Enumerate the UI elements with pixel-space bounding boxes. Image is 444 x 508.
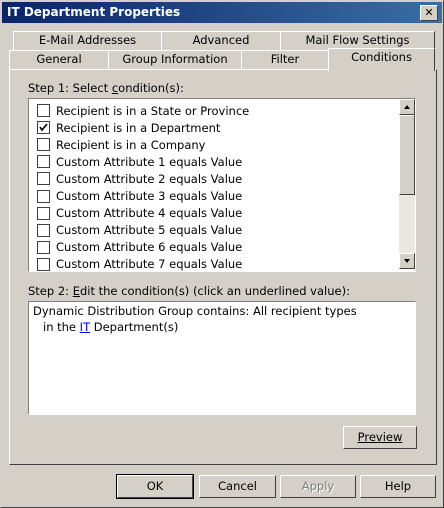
condition-label: Custom Attribute 5 equals Value <box>56 223 243 238</box>
condition-item[interactable]: Custom Attribute 6 equals Value <box>37 239 242 256</box>
condition-item[interactable]: Custom Attribute 4 equals Value <box>37 205 242 222</box>
checkbox-unchecked[interactable] <box>37 155 50 169</box>
preview-label: Preview <box>357 430 403 444</box>
condition-label: Custom Attribute 3 equals Value <box>56 189 243 203</box>
list-scrollbar[interactable] <box>399 99 415 269</box>
condition-label: Recipient is in a Department <box>56 120 221 135</box>
tab-group-information[interactable]: Group Information <box>108 50 242 69</box>
cancel-button[interactable]: Cancel <box>199 475 276 498</box>
scroll-down-button[interactable] <box>399 253 415 269</box>
title-bar: IT Department Properties ✕ <box>2 2 442 23</box>
close-button[interactable]: ✕ <box>420 5 438 21</box>
arrow-down-icon <box>404 259 410 263</box>
checkbox-unchecked[interactable] <box>37 206 50 220</box>
condition-item[interactable]: Custom Attribute 7 equals Value <box>37 256 243 272</box>
conditions-panel: Step 1: Select condition(s): Recipient i… <box>9 69 437 465</box>
condition-item[interactable]: Recipient is in a Department <box>37 119 220 136</box>
apply-button[interactable]: Apply <box>280 475 356 498</box>
help-button[interactable]: Help <box>360 475 436 498</box>
condition-item[interactable]: Custom Attribute 3 equals Value <box>37 188 242 205</box>
tab-filter[interactable]: Filter <box>241 50 329 69</box>
scroll-thumb[interactable] <box>399 115 415 195</box>
checkbox-unchecked[interactable] <box>37 223 50 237</box>
condition-item[interactable]: Recipient is in a State or Province <box>37 102 249 119</box>
condition-item[interactable]: Recipient is in a Company <box>37 136 205 153</box>
checkbox-unchecked[interactable] <box>37 172 50 186</box>
condition-label: Recipient is in a State or Province <box>56 103 250 118</box>
condition-description-box: Dynamic Distribution Group contains: All… <box>28 301 416 415</box>
arrow-up-icon <box>404 105 410 109</box>
checkbox-unchecked[interactable] <box>37 138 50 152</box>
checkbox-unchecked[interactable] <box>37 257 50 271</box>
step1-label: Step 1: Select condition(s): <box>28 81 184 95</box>
close-icon: ✕ <box>424 6 434 19</box>
checkbox-unchecked[interactable] <box>37 104 50 117</box>
department-value-link[interactable]: IT <box>80 320 90 334</box>
checkbox-unchecked[interactable] <box>37 240 50 254</box>
checkbox-checked[interactable] <box>37 121 50 135</box>
conditions-list[interactable]: Recipient is in a State or Province Recip… <box>28 98 416 272</box>
step2-label: Step 2: Edit the condition(s) (click an … <box>28 284 350 298</box>
tab-conditions[interactable]: Conditions <box>328 48 435 71</box>
description-line-1: Dynamic Distribution Group contains: All… <box>33 304 357 318</box>
tab-advanced[interactable]: Advanced <box>161 31 281 50</box>
tab-general[interactable]: General <box>9 50 109 69</box>
condition-item[interactable]: Custom Attribute 2 equals Value <box>37 170 242 187</box>
checkbox-unchecked[interactable] <box>37 189 50 203</box>
condition-label: Custom Attribute 4 equals Value <box>56 206 243 221</box>
condition-label: Custom Attribute 7 equals Value <box>56 257 243 272</box>
properties-dialog: IT Department Properties ✕ E-Mail Addres… <box>0 0 444 508</box>
condition-label: Custom Attribute 1 equals Value <box>56 154 243 169</box>
condition-label: Custom Attribute 6 equals Value <box>56 240 243 255</box>
condition-item[interactable]: Custom Attribute 5 equals Value <box>37 222 242 239</box>
condition-label: Recipient is in a Company <box>56 137 206 152</box>
description-line-2: in the IT Department(s) <box>43 320 179 334</box>
condition-label: Custom Attribute 2 equals Value <box>56 171 243 186</box>
preview-button[interactable]: Preview <box>343 426 417 449</box>
ok-button[interactable]: OK <box>116 474 194 499</box>
scroll-up-button[interactable] <box>399 99 415 115</box>
condition-item[interactable]: Custom Attribute 1 equals Value <box>37 153 242 170</box>
tab-email-addresses[interactable]: E-Mail Addresses <box>13 31 162 50</box>
window-title: IT Department Properties <box>7 5 181 19</box>
